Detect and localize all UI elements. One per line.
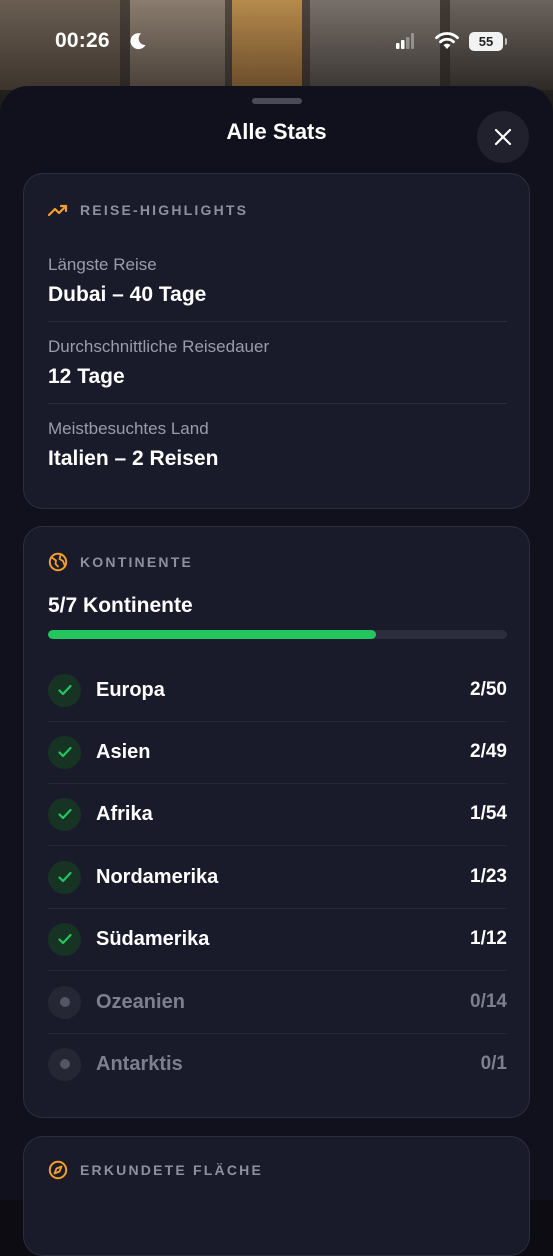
status-time: 00:26 <box>55 29 110 52</box>
continent-row-afrika[interactable]: Afrika 1/54 <box>48 783 507 845</box>
continent-name: Nordamerika <box>96 865 219 888</box>
continent-count: 0/1 <box>480 1053 507 1074</box>
continents-header: KONTINENTE <box>48 552 193 572</box>
continent-row-suedamerika[interactable]: Südamerika 1/12 <box>48 908 507 970</box>
stats-sheet: Alle Stats REISE-HIGHLIGHTS Längste Reis… <box>0 86 553 1256</box>
highlight-most-visited-country: Meistbesuchtes Land Italien – 2 Reisen <box>48 419 507 471</box>
highlights-header-label: REISE-HIGHLIGHTS <box>80 202 249 218</box>
continent-count: 1/54 <box>470 803 507 824</box>
unvisited-dot-icon <box>48 1047 81 1081</box>
continent-name: Antarktis <box>96 1052 183 1075</box>
continent-count: 2/50 <box>470 679 507 700</box>
continents-progress-fill <box>48 630 376 639</box>
highlights-card: REISE-HIGHLIGHTS Längste Reise Dubai – 4… <box>23 173 530 509</box>
continent-count: 0/14 <box>470 991 507 1012</box>
unvisited-dot-icon <box>48 985 81 1019</box>
continent-row-ozeanien[interactable]: Ozeanien 0/14 <box>48 971 507 1033</box>
check-icon <box>48 735 81 769</box>
continents-header-label: KONTINENTE <box>80 554 193 570</box>
moon-icon <box>130 33 146 50</box>
check-icon <box>48 797 81 831</box>
continent-name: Südamerika <box>96 927 210 950</box>
continent-row-antarktis[interactable]: Antarktis 0/1 <box>48 1033 507 1095</box>
continents-summary: 5/7 Kontinente <box>48 594 193 617</box>
check-icon <box>48 922 81 956</box>
highlight-average-duration: Durchschnittliche Reisedauer 12 Tage <box>48 337 507 389</box>
continent-name: Asien <box>96 740 151 763</box>
explored-area-header: ERKUNDETE FLÄCHE <box>48 1160 263 1180</box>
close-icon <box>494 128 512 146</box>
continent-name: Afrika <box>96 802 153 825</box>
continents-progress-bar <box>48 630 507 639</box>
continent-row-nordamerika[interactable]: Nordamerika 1/23 <box>48 846 507 908</box>
continents-card: KONTINENTE 5/7 Kontinente Europa 2/50 As… <box>23 526 530 1118</box>
continent-count: 1/23 <box>470 866 507 887</box>
explored-area-header-label: ERKUNDETE FLÄCHE <box>80 1162 263 1178</box>
sheet-title: Alle Stats <box>226 119 327 144</box>
highlight-value: Italien – 2 Reisen <box>48 447 219 470</box>
highlight-value: Dubai – 40 Tage <box>48 283 207 306</box>
highlights-header: REISE-HIGHLIGHTS <box>48 200 248 220</box>
divider <box>48 403 507 404</box>
check-icon <box>48 673 81 707</box>
status-bar: 00:26 55 <box>0 0 553 80</box>
continent-count: 1/12 <box>470 928 507 949</box>
continent-row-europa[interactable]: Europa 2/50 <box>48 659 507 721</box>
highlight-value: 12 Tage <box>48 365 125 388</box>
close-button[interactable] <box>477 111 529 163</box>
divider <box>48 321 507 322</box>
cellular-signal-icon <box>396 33 414 49</box>
highlight-label: Durchschnittliche Reisedauer <box>48 337 270 356</box>
continent-name: Ozeanien <box>96 990 185 1013</box>
check-icon <box>48 860 81 894</box>
highlight-longest-trip: Längste Reise Dubai – 40 Tage <box>48 255 507 307</box>
explored-area-card: ERKUNDETE FLÄCHE <box>23 1136 530 1256</box>
sheet-grabber[interactable] <box>252 98 302 104</box>
continent-name: Europa <box>96 678 165 701</box>
continent-count: 2/49 <box>470 741 507 762</box>
trending-up-icon <box>48 200 68 220</box>
highlight-label: Meistbesuchtes Land <box>48 419 209 438</box>
globe-icon <box>48 552 68 572</box>
compass-icon <box>48 1160 68 1180</box>
battery-indicator: 55 <box>469 32 507 51</box>
continent-row-asien[interactable]: Asien 2/49 <box>48 721 507 783</box>
wifi-icon <box>435 32 459 49</box>
highlight-label: Längste Reise <box>48 255 157 274</box>
